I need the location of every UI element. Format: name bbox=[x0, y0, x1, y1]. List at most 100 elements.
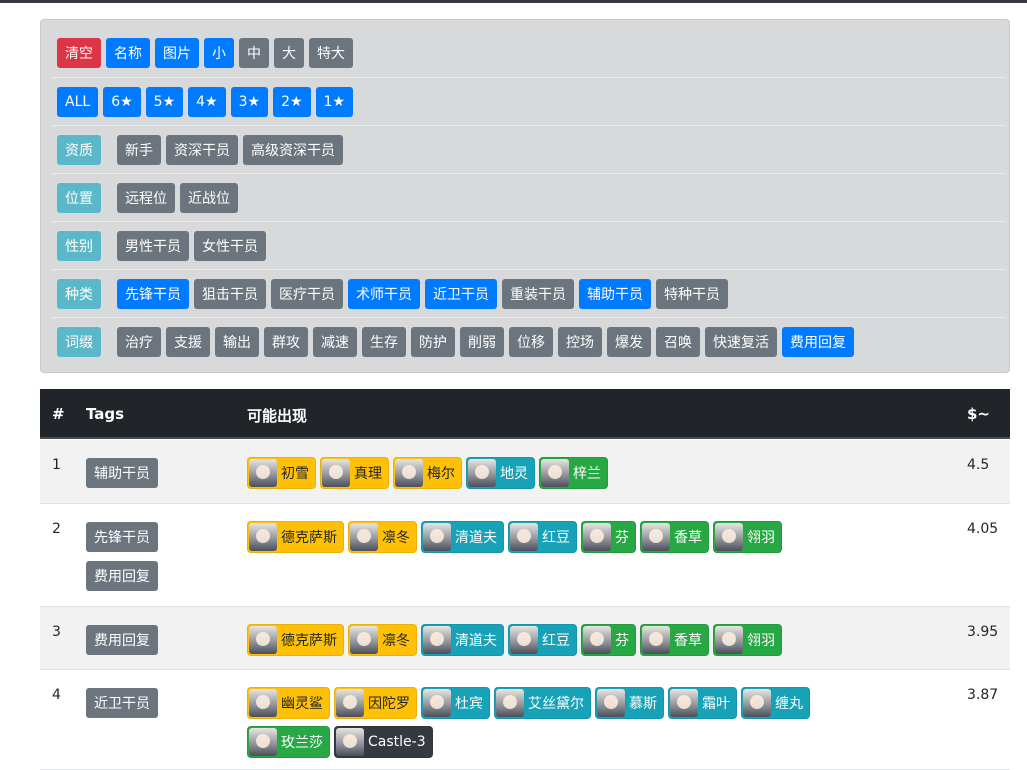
star-4-button[interactable]: 4★ bbox=[188, 86, 226, 117]
operator-chip[interactable]: 香草 bbox=[640, 521, 709, 553]
operator-chip[interactable]: 艾丝黛尔 bbox=[494, 687, 591, 719]
size-large-button[interactable]: 大 bbox=[274, 38, 304, 68]
affix-tag-9[interactable]: 控场 bbox=[558, 326, 602, 357]
operator-avatar bbox=[715, 626, 743, 654]
operator-avatar bbox=[322, 459, 350, 487]
tag-top-senior[interactable]: 高级资深干员 bbox=[243, 134, 343, 165]
operator-chip[interactable]: 德克萨斯 bbox=[247, 521, 344, 553]
operator-chip[interactable]: 因陀罗 bbox=[334, 687, 417, 719]
tag-ranged[interactable]: 远程位 bbox=[117, 182, 175, 213]
operator-list: 幽灵鲨 因陀罗 杜宾 艾丝黛尔 慕斯 霜叶 缠丸玫兰莎 Castle-3 bbox=[247, 687, 887, 758]
operator-chip[interactable]: 清道夫 bbox=[421, 624, 504, 656]
operator-chip[interactable]: 玫兰莎 bbox=[247, 726, 330, 758]
filter-panel: 清空 名称 图片 小 中 大 特大 ALL 6★ 5★ 4★ 3★ 2★ 1★ … bbox=[40, 19, 1010, 373]
operator-chip[interactable]: 芬 bbox=[581, 624, 636, 656]
operator-chip[interactable]: 清道夫 bbox=[421, 521, 504, 553]
row-number: 2 bbox=[52, 521, 61, 537]
results-table-header: # Tags 可能出现 $~ bbox=[40, 389, 1010, 439]
row-tag-badge: 费用回复 bbox=[86, 625, 158, 655]
show-image-toggle[interactable]: 图片 bbox=[155, 38, 199, 68]
star-filter-row: ALL 6★ 5★ 4★ 3★ 2★ 1★ bbox=[52, 77, 1006, 125]
operator-name: 翎羽 bbox=[747, 633, 775, 649]
operator-avatar bbox=[249, 523, 277, 551]
row-tags: 费用回复 bbox=[86, 625, 160, 664]
qualification-label: 资质 bbox=[57, 134, 101, 165]
affix-tag-5[interactable]: 生存 bbox=[362, 326, 406, 357]
operator-chip[interactable]: 慕斯 bbox=[595, 687, 664, 719]
operator-chip[interactable]: 幽灵鲨 bbox=[247, 687, 330, 719]
class-tag-1[interactable]: 狙击干员 bbox=[194, 278, 266, 309]
operator-name: Castle-3 bbox=[368, 734, 426, 750]
star-1-button[interactable]: 1★ bbox=[315, 86, 353, 117]
affix-tag-10[interactable]: 爆发 bbox=[607, 326, 651, 357]
affix-tag-4[interactable]: 减速 bbox=[313, 326, 357, 357]
operator-avatar bbox=[249, 689, 277, 717]
operator-chip[interactable]: 翎羽 bbox=[713, 521, 782, 553]
tag-male[interactable]: 男性干员 bbox=[117, 230, 189, 261]
class-tag-7[interactable]: 特种干员 bbox=[656, 278, 728, 309]
operator-chip[interactable]: 真理 bbox=[320, 457, 389, 489]
operator-chip[interactable]: 翎羽 bbox=[713, 624, 782, 656]
operator-chip[interactable]: 凛冬 bbox=[348, 521, 417, 553]
tag-melee[interactable]: 近战位 bbox=[180, 182, 238, 213]
affix-tag-0[interactable]: 治疗 bbox=[117, 326, 161, 357]
row-score: 3.87 bbox=[967, 687, 999, 703]
affix-tag-12[interactable]: 快速复活 bbox=[705, 326, 777, 357]
size-xlarge-button[interactable]: 特大 bbox=[309, 38, 353, 68]
star-6-button[interactable]: 6★ bbox=[103, 86, 141, 117]
operator-name: 清道夫 bbox=[455, 530, 497, 546]
class-tag-3[interactable]: 术师干员 bbox=[348, 278, 420, 309]
class-tag-0[interactable]: 先锋干员 bbox=[117, 278, 189, 309]
star-2-button[interactable]: 2★ bbox=[273, 86, 311, 117]
operator-chip[interactable]: 梅尔 bbox=[393, 457, 462, 489]
class-tag-5[interactable]: 重装干员 bbox=[502, 278, 574, 309]
affix-tag-6[interactable]: 防护 bbox=[411, 326, 455, 357]
operator-chip[interactable]: 霜叶 bbox=[668, 687, 737, 719]
affix-tag-13[interactable]: 费用回复 bbox=[782, 326, 854, 357]
operator-chip[interactable]: 香草 bbox=[640, 624, 709, 656]
operator-avatar bbox=[583, 523, 611, 551]
operator-chip[interactable]: 缠丸 bbox=[741, 687, 810, 719]
class-tag-2[interactable]: 医疗干员 bbox=[271, 278, 343, 309]
star-3-button[interactable]: 3★ bbox=[230, 86, 269, 117]
operator-name: 芬 bbox=[615, 633, 629, 649]
operator-avatar bbox=[597, 689, 625, 717]
operator-name: 梅尔 bbox=[427, 466, 455, 482]
class-tag-6[interactable]: 辅助干员 bbox=[579, 278, 651, 309]
operator-name: 霜叶 bbox=[702, 696, 730, 712]
operator-avatar bbox=[642, 523, 670, 551]
operator-name: 红豆 bbox=[542, 530, 570, 546]
operator-chip[interactable]: 红豆 bbox=[508, 521, 577, 553]
affix-tag-3[interactable]: 群攻 bbox=[264, 326, 308, 357]
operator-chip[interactable]: 芬 bbox=[581, 521, 636, 553]
row-tags: 近卫干员 bbox=[86, 688, 160, 727]
size-small-button[interactable]: 小 bbox=[204, 38, 234, 68]
affix-tag-2[interactable]: 输出 bbox=[215, 326, 259, 357]
operator-name: 红豆 bbox=[542, 633, 570, 649]
tag-female[interactable]: 女性干员 bbox=[194, 230, 266, 261]
size-medium-button[interactable]: 中 bbox=[239, 38, 269, 68]
tag-newbie[interactable]: 新手 bbox=[117, 134, 161, 165]
operator-chip[interactable]: Castle-3 bbox=[334, 726, 433, 758]
star-all-button[interactable]: ALL bbox=[57, 86, 99, 117]
operator-avatar bbox=[510, 523, 538, 551]
affix-tag-8[interactable]: 位移 bbox=[509, 326, 553, 357]
affix-tag-7[interactable]: 削弱 bbox=[460, 326, 504, 357]
show-name-toggle[interactable]: 名称 bbox=[106, 38, 150, 68]
operator-chip[interactable]: 梓兰 bbox=[539, 457, 608, 489]
clear-button[interactable]: 清空 bbox=[57, 38, 101, 68]
operator-chip[interactable]: 初雪 bbox=[247, 457, 316, 489]
operator-avatar bbox=[350, 523, 378, 551]
affix-tag-11[interactable]: 召唤 bbox=[656, 326, 700, 357]
star-5-button[interactable]: 5★ bbox=[145, 86, 184, 117]
operator-chip[interactable]: 红豆 bbox=[508, 624, 577, 656]
operator-list: 初雪 真理 梅尔 地灵 梓兰 bbox=[247, 457, 887, 489]
operator-chip[interactable]: 凛冬 bbox=[348, 624, 417, 656]
tag-senior[interactable]: 资深干员 bbox=[166, 134, 238, 165]
class-tag-4[interactable]: 近卫干员 bbox=[425, 278, 497, 309]
operator-chip[interactable]: 杜宾 bbox=[421, 687, 490, 719]
operator-chip[interactable]: 德克萨斯 bbox=[247, 624, 344, 656]
operator-list: 德克萨斯 凛冬 清道夫 红豆 芬 香草 翎羽 bbox=[247, 521, 887, 553]
operator-chip[interactable]: 地灵 bbox=[466, 457, 535, 489]
affix-tag-1[interactable]: 支援 bbox=[166, 326, 210, 357]
